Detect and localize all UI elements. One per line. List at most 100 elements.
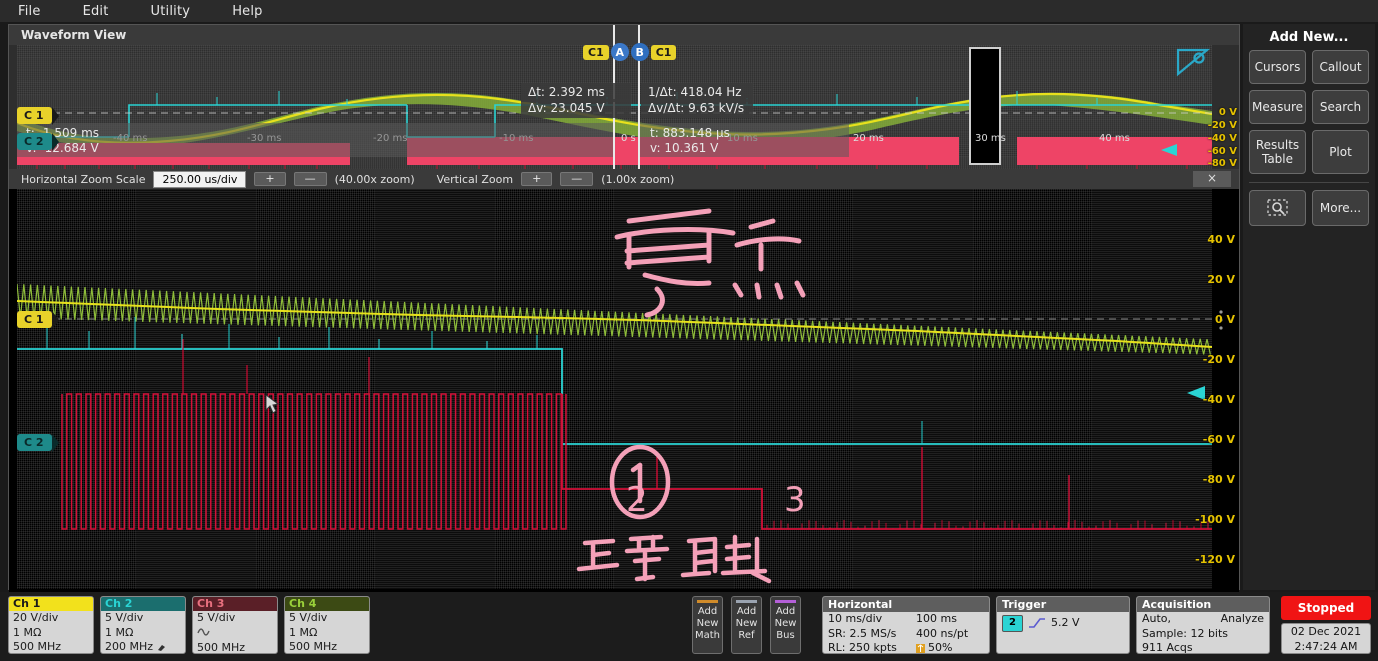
ch1-bandwidth: 500 MHz <box>9 640 93 654</box>
menu-item-utility[interactable]: Utility <box>151 4 191 19</box>
ref-color-bar <box>736 600 757 603</box>
ch1-scale: 20 V/div <box>9 611 93 626</box>
ch2-scale: 5 V/div <box>101 611 185 626</box>
slope-value: 9.63 kV/s <box>688 101 744 115</box>
trigger-position-icon <box>916 644 925 653</box>
trigger-position: 50% <box>928 641 952 654</box>
ac-coupling-icon <box>197 626 210 637</box>
ch2-bandwidth: 200 MHz <box>105 640 153 654</box>
time-label: 2:47:24 AM <box>1282 639 1370 654</box>
cursor-handle-a[interactable]: A <box>611 43 629 61</box>
cursor-b-v-label: v: <box>650 141 661 155</box>
overview-volt-label: -60 V <box>1208 146 1237 157</box>
new-label: New <box>732 618 761 630</box>
overview-volt-label: -80 V <box>1208 158 1237 169</box>
add-new-sidebar: Add New... Cursors Callout Measure Searc… <box>1243 24 1375 590</box>
zoom-area-icon <box>1266 198 1290 218</box>
zoom-area-button[interactable] <box>1249 190 1306 226</box>
zoom-tool-icon[interactable] <box>1176 47 1210 77</box>
zoom-volt-label: -120 V <box>1195 553 1235 566</box>
trigger-row: 2 5.2 V <box>997 612 1129 632</box>
add-new-math-button[interactable]: Add New Math <box>692 596 723 654</box>
add-new-bus-button[interactable]: Add New Bus <box>770 596 801 654</box>
add-cursors-button[interactable]: Cursors <box>1249 50 1306 84</box>
overview-time-label: 40 ms <box>1099 133 1130 144</box>
zoom-channel-flag-c2[interactable]: C 2 <box>17 434 52 451</box>
overview-time-label: 20 ms <box>853 133 884 144</box>
cursor-badge-c1-a[interactable]: C1 <box>583 45 609 60</box>
add-new-ref-button[interactable]: Add New Ref <box>731 596 762 654</box>
h-zoom-increase-button[interactable]: + <box>254 172 285 186</box>
v-zoom-factor: (1.00x zoom) <box>601 173 674 186</box>
menu-item-file[interactable]: File <box>18 4 41 19</box>
zoom-volt-label: -60 V <box>1203 433 1235 446</box>
menu-item-edit[interactable]: Edit <box>83 4 109 19</box>
horizontal-scale: 10 ms/div <box>828 612 916 627</box>
more-button[interactable]: More... <box>1312 190 1369 226</box>
slope-label: Δv/Δt: <box>648 101 684 115</box>
sidebar-button-grid: Cursors Callout Measure Search Results T… <box>1243 50 1375 174</box>
overview-volt-label: -40 V <box>1208 133 1237 144</box>
math-label: Math <box>693 630 722 642</box>
flag-label: C 2 <box>24 436 44 449</box>
ch3-bandwidth: 500 MHz <box>193 641 277 654</box>
cursor-badge-c1-b[interactable]: C1 <box>651 45 677 60</box>
horizontal-row-2: SR: 2.5 MS/s 400 ns/pt <box>823 627 989 642</box>
h-zoom-scale-label: Horizontal Zoom Scale <box>21 173 145 186</box>
ch3-name: Ch 3 <box>193 597 277 611</box>
horizontal-panel[interactable]: Horizontal 10 ms/div 100 ms SR: 2.5 MS/s… <box>822 596 990 654</box>
acquisition-sample: Sample: 12 bits <box>1142 627 1228 642</box>
add-callout-button[interactable]: Callout <box>1312 50 1369 84</box>
zoom-channel-flag-c1[interactable]: C 1 <box>17 311 52 328</box>
overview-channel-flag-c2[interactable]: C 2 <box>17 133 52 150</box>
add-results-table-button[interactable]: Results Table <box>1249 130 1306 174</box>
trigger-level: 5.2 V <box>1051 616 1080 631</box>
freq-label: 1/Δt: <box>648 85 677 99</box>
add-search-button[interactable]: Search <box>1312 90 1369 124</box>
acquisition-title: Acquisition <box>1137 597 1269 612</box>
overview-volt-label: -20 V <box>1208 120 1237 131</box>
add-label: Add <box>693 606 722 618</box>
waveform-view-title: Waveform View <box>9 25 1239 45</box>
add-plot-button[interactable]: Plot <box>1312 130 1369 174</box>
channel-badge-ch3[interactable]: Ch 3 5 V/div 500 MHz <box>192 596 278 654</box>
zoom-region-box[interactable] <box>969 47 1001 165</box>
zoom-plot-waveforms <box>17 189 1212 589</box>
cursor-handle-b[interactable]: B <box>631 43 649 61</box>
trigger-source-badge[interactable]: 2 <box>1002 615 1023 632</box>
channel-badge-ch4[interactable]: Ch 4 5 V/div 1 MΩ 500 MHz <box>284 596 370 654</box>
ch1-coupling: 1 MΩ <box>9 626 93 641</box>
zoom-plot[interactable]: 40 V 20 V 0 V -20 V -40 V -60 V -80 V -1… <box>9 189 1239 589</box>
overview-channel-flag-c1[interactable]: C 1 <box>17 107 52 124</box>
trigger-level-arrow-overview[interactable] <box>1158 143 1178 157</box>
channel-badge-ch1[interactable]: Ch 1 20 V/div 1 MΩ 500 MHz <box>8 596 94 654</box>
h-zoom-scale-value[interactable]: 250.00 us/div <box>153 171 246 188</box>
run-state-button[interactable]: Stopped <box>1281 596 1371 620</box>
ch3-scale: 5 V/div <box>193 611 277 626</box>
ch1-name: Ch 1 <box>9 597 93 611</box>
add-label: Add <box>771 606 800 618</box>
add-measure-button[interactable]: Measure <box>1249 90 1306 124</box>
channel-badge-ch2[interactable]: Ch 2 5 V/div 1 MΩ 200 MHz <box>100 596 186 654</box>
v-zoom-decrease-button[interactable]: — <box>560 172 593 186</box>
acquisition-acqs: 911 Acqs <box>1142 641 1193 654</box>
ch2-name: Ch 2 <box>101 597 185 611</box>
v-zoom-increase-button[interactable]: + <box>521 172 552 186</box>
bus-color-bar <box>775 600 796 603</box>
close-zoom-button[interactable]: × <box>1193 171 1231 187</box>
h-zoom-decrease-button[interactable]: — <box>294 172 327 186</box>
acquisition-panel[interactable]: Acquisition Auto, Analyze Sample: 12 bit… <box>1136 596 1270 654</box>
ch3-coupling-icon-row <box>193 626 277 642</box>
new-label: New <box>693 618 722 630</box>
sidebar-footer-grid: More... <box>1243 190 1375 226</box>
trigger-panel[interactable]: Trigger 2 5.2 V <box>996 596 1130 654</box>
horizontal-row-1: 10 ms/div 100 ms <box>823 612 989 627</box>
cursor-a-band <box>17 123 615 157</box>
menu-item-help[interactable]: Help <box>232 4 262 19</box>
cursor-slope-readout: Δv/Δt: 9.63 kV/s <box>641 99 753 118</box>
ch2-coupling: 1 MΩ <box>101 626 185 641</box>
mouse-pointer <box>265 394 279 414</box>
math-color-bar <box>697 600 718 603</box>
rising-edge-icon <box>1028 617 1046 629</box>
cursor-badge-group[interactable]: C1 A B C1 <box>583 43 676 61</box>
